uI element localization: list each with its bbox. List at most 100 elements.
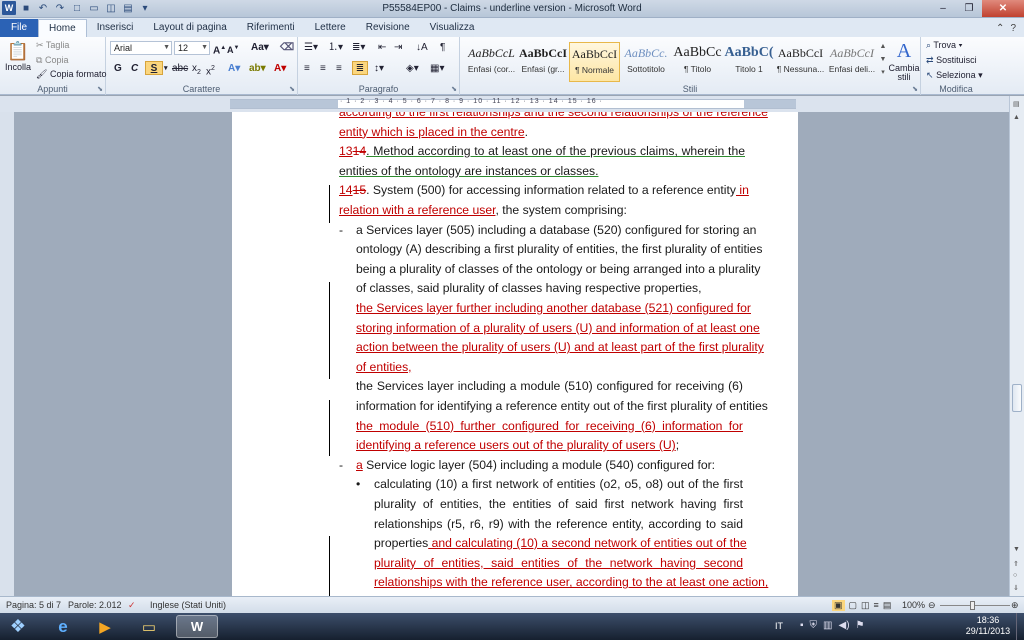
zoom-slider-thumb[interactable] — [970, 601, 975, 610]
bold-button[interactable]: G — [114, 62, 122, 76]
tab-home[interactable]: Home — [38, 19, 87, 37]
strikethrough-icon[interactable]: abc — [172, 62, 188, 76]
show-desktop-button[interactable] — [1016, 613, 1024, 640]
numbering-icon[interactable]: ⒈▾ — [328, 41, 343, 55]
outline-icon[interactable]: ≡ — [874, 600, 879, 611]
underline-button[interactable]: S — [145, 61, 163, 75]
word-count[interactable]: Parole: 2.012 — [68, 600, 122, 610]
text-effects-icon[interactable]: A▾ — [228, 62, 240, 76]
line-spacing-icon[interactable]: ↕▾ — [374, 62, 384, 76]
multilevel-list-icon[interactable]: ≣▾ — [352, 41, 365, 55]
explorer-folder-icon[interactable]: ▭ — [132, 615, 166, 638]
align-center-icon[interactable]: ≡ — [320, 62, 326, 76]
format-painter-button[interactable]: 🖌 Copia formato — [36, 69, 106, 80]
style-1[interactable]: AaBbCcL Enfasi (cor... — [466, 42, 517, 82]
gallery-scroll[interactable]: ▲ ▼ ▾ — [878, 40, 888, 80]
bullets-icon[interactable]: ☰▾ — [304, 41, 318, 55]
dialog-launcher-icon[interactable]: ⬊ — [97, 85, 103, 93]
style-7[interactable]: AaBbCcI ¶ Nessuna... — [775, 42, 826, 82]
paste-button[interactable]: 📋 Incolla — [3, 40, 33, 73]
vertical-scrollbar[interactable]: ▤ ▲ ▼ ⇑ ○ ⇓ — [1009, 96, 1024, 596]
dialog-launcher-icon[interactable]: ⬊ — [289, 85, 295, 93]
input-language[interactable]: IT — [775, 621, 783, 631]
close-icon[interactable]: ✕ — [982, 0, 1024, 17]
style-3[interactable]: AaBbCcI ¶ Normale — [569, 42, 620, 82]
shrink-font-icon[interactable]: A▼ — [227, 41, 239, 55]
cut-button[interactable]: ✂ Taglia — [36, 40, 69, 51]
style-8[interactable]: AaBbCcI Enfasi deli... — [827, 42, 878, 82]
font-name-select[interactable]: Arial ▼ — [110, 41, 172, 55]
copy-button[interactable]: ⧉ Copia — [36, 55, 68, 66]
subscript-icon[interactable]: x2 — [192, 62, 201, 76]
align-left-icon[interactable]: ≡ — [304, 62, 310, 76]
justify-icon[interactable]: ≣ — [352, 61, 368, 75]
change-case-icon[interactable]: Aa▾ — [251, 41, 269, 55]
web-layout-icon[interactable]: ◫ — [861, 600, 870, 611]
highlight-color-icon[interactable]: ab▾ — [249, 62, 266, 76]
document-page[interactable]: according to the first relationships and… — [232, 112, 798, 596]
ruler-toggle-icon[interactable]: ▤ — [1013, 100, 1020, 108]
tab-inserisci[interactable]: Inserisci — [87, 19, 144, 37]
dialog-launcher-icon[interactable]: ⬊ — [912, 85, 918, 93]
full-screen-icon[interactable]: ▢ — [849, 600, 858, 611]
shading-icon[interactable]: ◈▾ — [406, 62, 419, 76]
tray-flag-icon[interactable]: ⚑ — [856, 620, 865, 631]
word-taskbar-icon[interactable]: W — [176, 615, 218, 638]
superscript-icon[interactable]: x2 — [206, 62, 215, 77]
scroll-thumb[interactable] — [1012, 384, 1022, 412]
clock[interactable]: 18:36 29/11/2013 — [962, 615, 1014, 637]
tab-visualizza[interactable]: Visualizza — [420, 19, 485, 37]
align-right-icon[interactable]: ≡ — [336, 62, 342, 76]
style-2[interactable]: AaBbCcI Enfasi (gr... — [518, 42, 569, 82]
select-button[interactable]: ↖ Seleziona ▾ — [926, 70, 983, 81]
start-button-icon[interactable]: ❖ — [4, 615, 32, 638]
style-6[interactable]: AaBbC(Titolo 1 — [724, 42, 775, 82]
next-page-icon[interactable]: ⇓ — [1013, 584, 1019, 592]
minimize-ribbon-icon[interactable]: ⌃ — [996, 23, 1004, 34]
tab-lettere[interactable]: Lettere — [305, 19, 356, 37]
zoom-level[interactable]: 100% — [902, 600, 925, 610]
browse-object-icon[interactable]: ○ — [1013, 572, 1017, 579]
dialog-launcher-icon[interactable]: ⬊ — [451, 85, 457, 93]
underline-dropdown-icon[interactable]: ▾ — [164, 62, 168, 76]
show-marks-icon[interactable]: ¶ — [440, 41, 445, 55]
tray-volume-icon[interactable]: ◀) — [839, 620, 850, 631]
scroll-down-icon[interactable]: ▼ — [1013, 546, 1020, 553]
tray-app-icon[interactable]: ▪ — [800, 620, 804, 631]
clear-formatting-icon[interactable]: ⌫ — [280, 41, 294, 55]
italic-button[interactable]: C — [131, 62, 138, 76]
borders-icon[interactable]: ▦▾ — [430, 62, 444, 76]
sort-icon[interactable]: ↓A — [416, 41, 428, 55]
print-layout-icon[interactable]: ▣ — [832, 600, 845, 611]
internet-explorer-icon[interactable]: e — [46, 615, 80, 638]
page-count[interactable]: Pagina: 5 di 7 — [6, 600, 61, 610]
change-styles-button[interactable]: A Cambia stili — [888, 38, 920, 82]
scroll-up-icon[interactable]: ▲ — [1013, 114, 1020, 121]
help-icon[interactable]: ? — [1010, 23, 1016, 34]
tab-revisione[interactable]: Revisione — [356, 19, 420, 37]
previous-page-icon[interactable]: ⇑ — [1013, 560, 1019, 568]
zoom-slider[interactable] — [940, 605, 1010, 606]
zoom-in-icon[interactable]: ⊕ — [1011, 600, 1019, 611]
style-5[interactable]: AaBbCc ¶ Titolo — [672, 42, 723, 82]
zoom-out-icon[interactable]: ⊖ — [928, 600, 936, 611]
media-player-icon[interactable]: ▶ — [88, 615, 122, 638]
proofing-icon[interactable]: ✓ — [128, 600, 136, 611]
tab-riferimenti[interactable]: Riferimenti — [237, 19, 305, 37]
replace-button[interactable]: ⇄ Sostituisci — [926, 55, 977, 66]
find-button[interactable]: ⌕ Trova ▾ — [926, 40, 962, 51]
increase-indent-icon[interactable]: ⇥ — [394, 41, 402, 55]
tray-network-icon[interactable]: ▥ — [823, 620, 832, 631]
grow-font-icon[interactable]: A▲ — [213, 41, 226, 56]
tab-file[interactable]: File — [0, 19, 38, 37]
font-size-select[interactable]: 12 ▼ — [174, 41, 210, 55]
decrease-indent-icon[interactable]: ⇤ — [378, 41, 386, 55]
restore-icon[interactable]: ❐ — [956, 0, 982, 17]
language-status[interactable]: Inglese (Stati Uniti) — [150, 600, 226, 610]
tab-layout[interactable]: Layout di pagina — [143, 19, 236, 37]
font-color-icon[interactable]: A▾ — [274, 62, 286, 76]
draft-icon[interactable]: ▤ — [883, 600, 892, 611]
style-4[interactable]: AaBbCc. Sottotitolo — [621, 42, 672, 82]
horizontal-ruler[interactable]: · 1 · 2 · 3 · 4 · 5 · 6 · 7 · 8 · 9 · 10… — [0, 96, 1024, 112]
minimize-icon[interactable]: – — [930, 0, 956, 17]
